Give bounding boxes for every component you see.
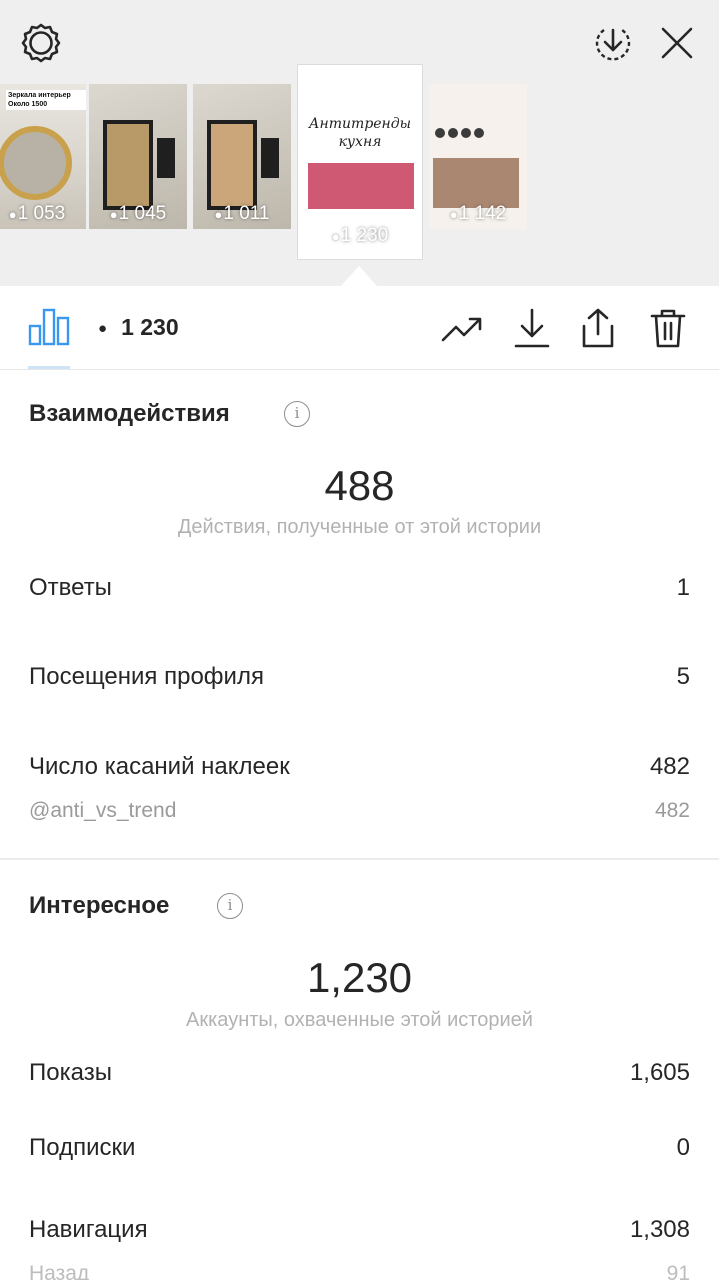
profile-visits-value: 5 — [676, 663, 690, 690]
settings-button[interactable] — [18, 20, 64, 66]
thumbnail-views: ●1 045 — [89, 203, 187, 225]
close-button[interactable] — [654, 20, 700, 66]
share-icon — [582, 308, 614, 348]
viewers-count[interactable]: ● 1 230 — [98, 314, 179, 341]
selection-pointer — [341, 266, 377, 286]
info-icon[interactable]: i — [284, 401, 310, 427]
thumbnail-caption: Зеркала интерьер Около 1500 — [6, 90, 86, 110]
eye-icon: ● — [8, 207, 17, 222]
discovery-total: 1,230 — [306, 954, 413, 1001]
close-icon — [661, 27, 693, 59]
discovery-title: Интересное — [29, 892, 170, 919]
frame-picture — [103, 120, 153, 210]
download-icon — [514, 308, 550, 348]
bar-chart-icon — [28, 308, 70, 346]
follows-label: Подписки — [29, 1134, 136, 1161]
eye-icon: ● — [98, 320, 108, 337]
interactions-caption: Действия, полученные от этой истории — [177, 516, 542, 538]
sticker-taps-label: Число касаний наклеек — [29, 753, 290, 780]
download-circle-icon — [595, 28, 631, 61]
story-thumbnail[interactable]: ●1 142 — [429, 84, 527, 229]
interactions-title: Взаимодействия — [29, 400, 230, 427]
insights-tab[interactable] — [28, 304, 70, 346]
info-icon[interactable]: i — [217, 893, 243, 919]
back-value: 91 — [666, 1262, 690, 1280]
story-thumbnail-selected[interactable]: Антитренды кухня ●1 230 — [297, 64, 423, 260]
mirror-picture — [0, 126, 72, 200]
mention-sticker-value: 482 — [654, 799, 690, 822]
profile-visits-label: Посещения профиля — [29, 663, 264, 690]
discovery-caption: Аккаунты, охваченные этой историей — [186, 1009, 533, 1031]
interactions-total: 488 — [324, 462, 395, 509]
replies-label: Ответы — [29, 574, 112, 601]
trash-icon — [650, 309, 686, 348]
eye-icon: ● — [109, 207, 118, 222]
avatar-row — [435, 128, 484, 138]
story-toolbar: ● 1 230 — [0, 286, 719, 370]
trend-icon — [441, 317, 482, 342]
mention-sticker-label[interactable]: @anti_vs_trend — [29, 799, 176, 823]
replies-value: 1 — [676, 574, 690, 601]
thumbnail-views: ●1 053 — [0, 203, 86, 225]
navigation-label: Навигация — [29, 1216, 148, 1243]
back-label: Назад — [29, 1262, 90, 1280]
impressions-value: 1,605 — [629, 1059, 690, 1086]
download-button[interactable] — [510, 306, 554, 350]
story-carousel: Зеркала интерьер Около 1500 ●1 053 ●1 04… — [0, 0, 719, 286]
thumbnail-view-count: 1 045 — [118, 203, 167, 224]
thumbnail-view-count: 1 230 — [340, 225, 389, 246]
impressions-label: Показы — [29, 1059, 112, 1086]
eye-icon: ● — [331, 229, 340, 244]
eye-icon: ● — [449, 207, 458, 222]
thumbnail-view-count: 1 053 — [17, 203, 66, 224]
story-thumbnail[interactable]: ●1 045 — [89, 84, 187, 229]
story-thumbnail[interactable]: ●1 011 — [193, 84, 291, 229]
thumbnail-views: ●1 142 — [429, 203, 527, 225]
price-tag — [261, 138, 279, 178]
story-thumbnail[interactable]: Зеркала интерьер Около 1500 ●1 053 — [0, 84, 86, 229]
gear-icon — [21, 23, 61, 63]
thumbnail-caption: Антитренды кухня — [308, 116, 412, 150]
price-tag — [157, 138, 175, 178]
sticker-taps-value: 482 — [649, 753, 690, 780]
highlight-text-block — [433, 158, 519, 208]
thumbnail-view-count: 1 142 — [458, 203, 507, 224]
thumbnail-view-count: 1 011 — [223, 203, 270, 224]
save-story-button[interactable] — [590, 20, 636, 66]
thumbnail-views: ●1 230 — [298, 225, 422, 247]
viewers-count-value: 1 230 — [121, 314, 179, 340]
frame-picture — [207, 120, 257, 210]
delete-button[interactable] — [646, 306, 690, 350]
tab-underline — [28, 366, 70, 369]
eye-icon: ● — [214, 207, 223, 222]
follows-value: 0 — [676, 1134, 690, 1161]
thumbnail-views: ●1 011 — [193, 203, 291, 225]
navigation-value: 1,308 — [629, 1216, 690, 1243]
highlight-text-block — [308, 163, 414, 209]
share-button[interactable] — [576, 306, 620, 350]
promote-button[interactable] — [440, 306, 484, 350]
section-divider — [0, 858, 719, 860]
